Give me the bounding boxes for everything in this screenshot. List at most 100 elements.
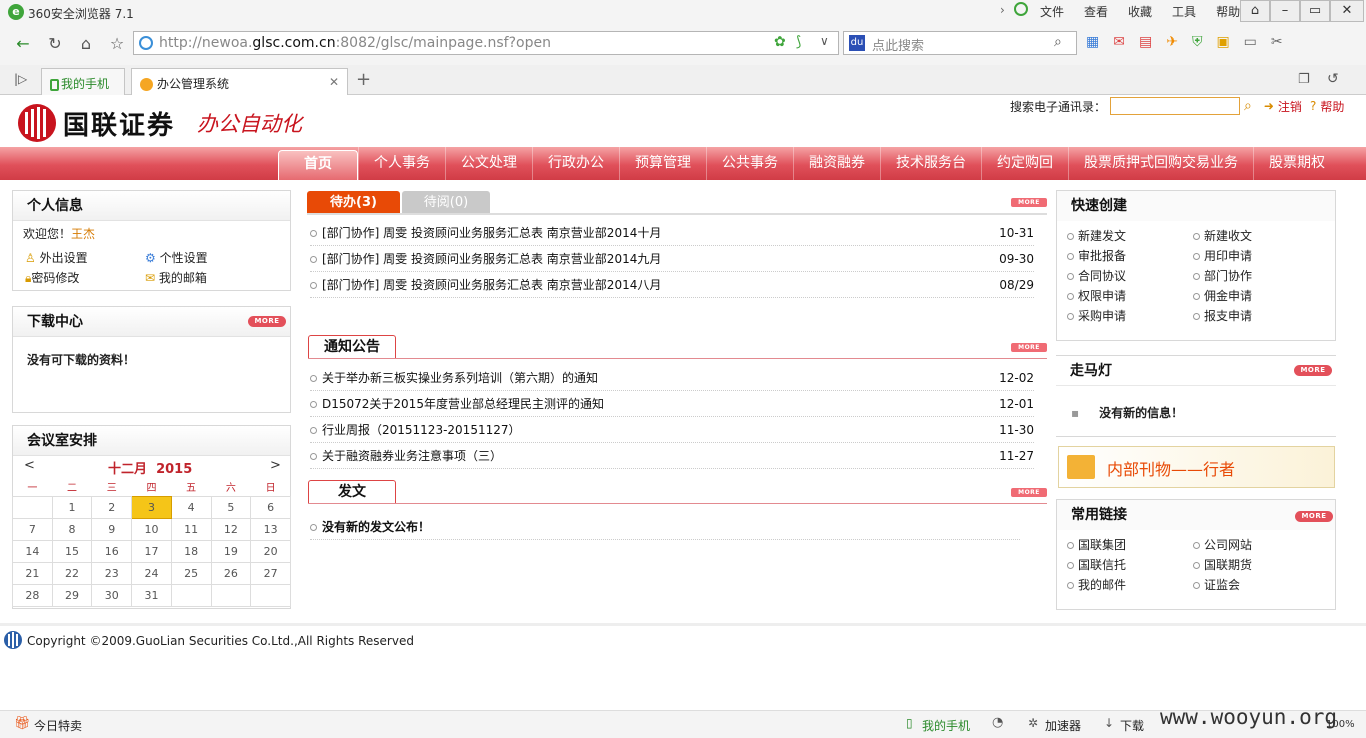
notice-row[interactable]: 关于举办新三板实操业务系列培训（第六期）的通知 12-02	[310, 365, 1034, 391]
calendar-day[interactable]: 17	[131, 539, 172, 563]
calendar-day[interactable]: 7	[12, 517, 53, 541]
calendar-day[interactable]: 22	[51, 561, 93, 585]
quick-contract[interactable]: 合同协议	[1067, 267, 1126, 284]
calendar-day[interactable]: 12	[210, 517, 252, 541]
nav-documents[interactable]: 公文处理	[445, 147, 532, 180]
browser-search-input[interactable]: du 点此搜索 ⌕	[843, 31, 1077, 55]
home-button[interactable]: ⌂	[73, 31, 99, 57]
calendar-day[interactable]: 14	[12, 539, 53, 563]
calendar-day[interactable]: 27	[250, 561, 291, 585]
tab-office-system[interactable]: 办公管理系统 ✕	[131, 68, 348, 95]
calendar-day[interactable]: 26	[210, 561, 252, 585]
minimize-button[interactable]: –	[1270, 0, 1300, 22]
logout-link[interactable]: 注销	[1278, 98, 1302, 115]
notice-more-button[interactable]: MORE	[1011, 343, 1047, 352]
links-more-button[interactable]: MORE	[1295, 511, 1333, 522]
tools-icon[interactable]: ✂	[1271, 34, 1283, 50]
quick-new-dispatch[interactable]: 新建发文	[1067, 227, 1126, 244]
quick-approval[interactable]: 审批报备	[1067, 247, 1126, 264]
nav-repurchase[interactable]: 约定购回	[981, 147, 1068, 180]
screenshot-icon[interactable]: ▭	[1244, 34, 1257, 50]
menu-tools[interactable]: 工具	[1162, 3, 1206, 21]
search-icon[interactable]: ⌕	[1244, 98, 1252, 114]
calendar-day[interactable]: 4	[170, 495, 212, 519]
calendar-day[interactable]: 8	[51, 517, 93, 541]
download-more-button[interactable]: MORE	[248, 316, 286, 327]
tab-todo[interactable]: 待办(3)	[307, 191, 400, 214]
shield-icon[interactable]: ⛨	[1192, 34, 1203, 50]
calendar-day[interactable]: 19	[210, 539, 252, 563]
calendar-day[interactable]: 30	[91, 583, 133, 607]
calendar-day[interactable]: 18	[170, 539, 212, 563]
help-link[interactable]: 帮助	[1320, 98, 1344, 115]
calendar-day[interactable]: 25	[170, 561, 212, 585]
search-icon[interactable]: ⌕	[1054, 34, 1062, 50]
calendar-day[interactable]: 24	[131, 561, 172, 585]
notice-row[interactable]: 行业周报（20151123-20151127） 11-30	[310, 417, 1034, 443]
link-guolian-futures[interactable]: 国联期货	[1193, 556, 1252, 573]
calendar-day[interactable]: 9	[91, 517, 133, 541]
zoom-level[interactable]: 100%	[1326, 719, 1355, 730]
apps-icon[interactable]: ▦	[1086, 34, 1099, 50]
quick-purchase[interactable]: 采购申请	[1067, 307, 1126, 324]
link-guolian-group[interactable]: 国联集团	[1067, 536, 1126, 553]
menu-file[interactable]: 文件	[1030, 3, 1074, 21]
nav-tech-service[interactable]: 技术服务台	[880, 147, 981, 180]
nav-public[interactable]: 公共事务	[706, 147, 793, 180]
calendar-day[interactable]: 15	[51, 539, 93, 563]
link-csrc[interactable]: 证监会	[1193, 576, 1240, 593]
close-tab-icon[interactable]: ✕	[329, 75, 339, 89]
quick-commission[interactable]: 佣金申请	[1193, 287, 1252, 304]
status-download[interactable]: 下载	[1120, 717, 1144, 734]
speedometer-icon[interactable]: ◔	[992, 715, 1003, 730]
todo-row[interactable]: [部门协作] 周雯 投资顾问业务服务汇总表 南京营业部2014八月 08/29	[310, 272, 1034, 298]
back-button[interactable]: ←	[10, 31, 36, 57]
quick-permission[interactable]: 权限申请	[1067, 287, 1126, 304]
calendar-day[interactable]: 16	[91, 539, 133, 563]
nav-budget[interactable]: 预算管理	[619, 147, 706, 180]
internal-journal-banner[interactable]: 内部刊物——行者	[1058, 446, 1335, 488]
favorite-star-button[interactable]: ☆	[104, 31, 130, 57]
calendar-day[interactable]: 2	[91, 495, 133, 519]
notice-row[interactable]: 关于融资融券业务注意事项（三） 11-27	[310, 443, 1034, 469]
baidu-icon[interactable]: du	[849, 35, 865, 51]
close-window-button[interactable]: ✕	[1330, 0, 1364, 22]
personal-settings-link[interactable]: ⚙ 个性设置	[145, 249, 208, 266]
calendar-day[interactable]: 23	[91, 561, 133, 585]
directory-search-input[interactable]	[1110, 97, 1241, 115]
todo-row[interactable]: [部门协作] 周雯 投资顾问业务服务汇总表 南京营业部2014九月 09-30	[310, 246, 1034, 272]
todo-row[interactable]: [部门协作] 周雯 投资顾问业务服务汇总表 南京营业部2014十月 10-31	[310, 220, 1034, 246]
link-guolian-trust[interactable]: 国联信托	[1067, 556, 1126, 573]
away-settings-link[interactable]: ♙ 外出设置	[25, 249, 88, 266]
sidebar-toggle-icon[interactable]: |▷	[14, 72, 27, 86]
calendar-day[interactable]: 13	[250, 517, 291, 541]
link-company-site[interactable]: 公司网站	[1193, 536, 1252, 553]
my-mailbox-link[interactable]: ✉ 我的邮箱	[145, 269, 207, 286]
chevron-down-icon[interactable]: ∨	[820, 34, 829, 48]
dispatch-more-button[interactable]: MORE	[1011, 488, 1047, 497]
refresh-button[interactable]: ↻	[42, 31, 68, 57]
speed-icon[interactable]: ⟆	[796, 34, 801, 50]
calendar-day[interactable]: 31	[131, 583, 172, 607]
calendar-prev-button[interactable]: <	[24, 458, 35, 473]
quick-dept-collab[interactable]: 部门协作	[1193, 267, 1252, 284]
calendar-day[interactable]: 5	[210, 495, 252, 519]
menu-favorites[interactable]: 收藏	[1118, 3, 1162, 21]
status-my-phone[interactable]: 我的手机	[922, 717, 970, 734]
new-tab-button[interactable]: +	[356, 69, 371, 90]
calendar-day[interactable]: 6	[250, 495, 291, 519]
calendar-icon[interactable]: ▤	[1139, 34, 1152, 50]
calendar-day[interactable]: 1	[51, 495, 93, 519]
quick-expense[interactable]: 报支申请	[1193, 307, 1252, 324]
plane-icon[interactable]: ✈	[1166, 34, 1178, 50]
quick-new-receive[interactable]: 新建收文	[1193, 227, 1252, 244]
nav-margin[interactable]: 融资融券	[793, 147, 880, 180]
tab-my-phone[interactable]: 我的手机	[41, 68, 125, 95]
nav-options[interactable]: 股票期权	[1253, 147, 1340, 180]
todo-more-button[interactable]: MORE	[1011, 198, 1047, 207]
change-password-link[interactable]: 🔒︎密码修改	[25, 269, 79, 286]
skin-button[interactable]: ⌂	[1240, 0, 1270, 22]
calendar-day[interactable]: 28	[12, 583, 53, 607]
today-deals-link[interactable]: 今日特卖	[34, 717, 82, 734]
nav-home[interactable]: 首页	[278, 150, 358, 180]
